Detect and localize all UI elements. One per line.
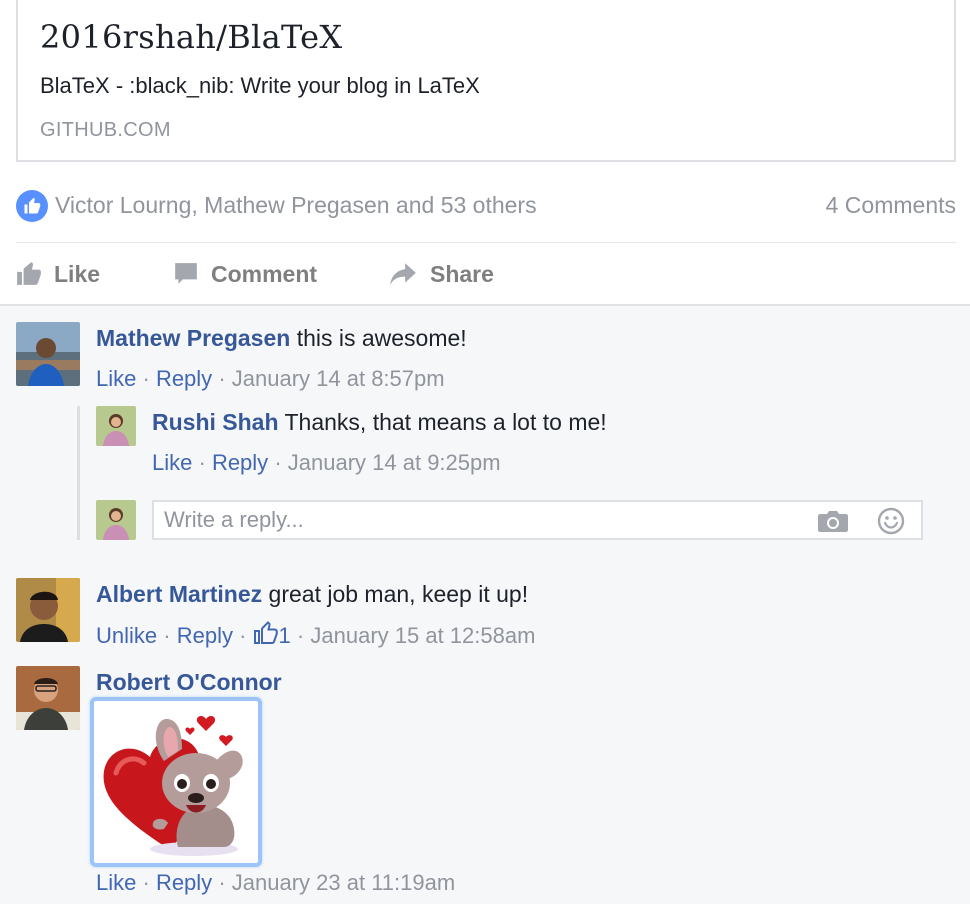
avatar[interactable] (16, 578, 80, 642)
emoji-icon[interactable] (877, 507, 905, 540)
comment-like-count[interactable]: 1 (253, 621, 291, 648)
reply-timestamp[interactable]: January 14 at 9:25pm (288, 450, 501, 475)
heart-bulldog-sticker (103, 716, 243, 856)
separator: · (198, 450, 206, 475)
separator: · (218, 870, 226, 895)
separator: · (142, 870, 150, 895)
comment-author[interactable]: Robert O'Connor (96, 669, 282, 695)
comment-reply-link[interactable]: Reply (177, 623, 233, 648)
divider (16, 242, 956, 243)
share-button[interactable]: Share (388, 253, 494, 295)
link-description: BlaTeX - :black_nib: Write your blog in … (40, 73, 480, 98)
avatar[interactable] (16, 666, 80, 730)
like-count: 1 (278, 623, 291, 648)
avatar[interactable] (96, 406, 136, 446)
comments-count-link[interactable]: 4 Comments (826, 192, 956, 219)
comment-meta: Like · Reply · January 23 at 11:19am (96, 870, 455, 896)
separator: · (274, 450, 282, 475)
camera-icon[interactable] (817, 509, 849, 538)
like-button[interactable]: Like (16, 253, 100, 295)
separator: · (142, 366, 150, 391)
reply-author[interactable]: Rushi Shah (152, 409, 279, 435)
reactors-link[interactable]: Victor Lourng, Mathew Pregasen and 53 ot… (55, 192, 537, 219)
reply-thread-rail (77, 406, 80, 540)
comment-author[interactable]: Albert Martinez (96, 581, 262, 607)
reply-input[interactable] (164, 505, 784, 535)
comment-unlike-link[interactable]: Unlike (96, 623, 157, 648)
reply-input-box (152, 500, 923, 540)
reply-like-link[interactable]: Like (152, 450, 192, 475)
comment-reply-link[interactable]: Reply (156, 366, 212, 391)
comment-button[interactable]: Comment (173, 253, 317, 295)
sticker-attachment[interactable] (90, 697, 262, 867)
comment-body: Albert Martinez great job man, keep it u… (96, 581, 528, 608)
reactions-summary: Victor Lourng, Mathew Pregasen and 53 ot… (16, 186, 956, 226)
avatar[interactable] (16, 322, 80, 386)
link-domain: GITHUB.COM (40, 119, 171, 141)
comment-like-link[interactable]: Like (96, 366, 136, 391)
comment-bubble-icon (175, 263, 197, 284)
comment-label: Comment (211, 260, 318, 287)
link-title[interactable]: 2016rshah/BlaTeX (40, 18, 342, 56)
reply-text: Thanks, that means a lot to me! (284, 409, 607, 435)
comment-text: great job man, keep it up! (268, 581, 529, 607)
comment-reply-link[interactable]: Reply (156, 870, 212, 895)
current-user-avatar (96, 500, 136, 540)
comment-body: Robert O'Connor (96, 669, 282, 696)
comment-author[interactable]: Mathew Pregasen (96, 325, 290, 351)
separator: · (239, 623, 247, 648)
comment-timestamp[interactable]: January 14 at 8:57pm (232, 366, 445, 391)
separator: · (296, 623, 305, 648)
comment-meta: Unlike · Reply · 1 · January 15 at 12:58… (96, 621, 535, 649)
comment-meta: Like · Reply · January 14 at 8:57pm (96, 366, 445, 392)
like-label: Like (54, 260, 101, 287)
reply-meta: Like · Reply · January 14 at 9:25pm (152, 450, 501, 476)
comment-timestamp[interactable]: January 23 at 11:19am (232, 870, 455, 895)
comment-body: Mathew Pregasen this is awesome! (96, 325, 467, 352)
link-preview-card[interactable]: 2016rshah/BlaTeX BlaTeX - :black_nib: Wr… (16, 0, 956, 162)
post-actions-bar: Like Comment Share (16, 253, 956, 295)
thumbs-up-icon (17, 262, 41, 285)
reply-body: Rushi Shah Thanks, that means a lot to m… (152, 409, 607, 436)
thumbs-up-outline-icon (253, 621, 278, 644)
separator: · (163, 623, 171, 648)
like-badge-icon (16, 190, 48, 222)
comment-timestamp[interactable]: January 15 at 12:58am (310, 623, 535, 648)
comment-text: this is awesome! (296, 325, 467, 351)
comment-like-link[interactable]: Like (96, 870, 136, 895)
separator: · (218, 366, 226, 391)
share-arrow-icon (390, 263, 416, 285)
reply-reply-link[interactable]: Reply (212, 450, 268, 475)
share-label: Share (430, 260, 494, 287)
